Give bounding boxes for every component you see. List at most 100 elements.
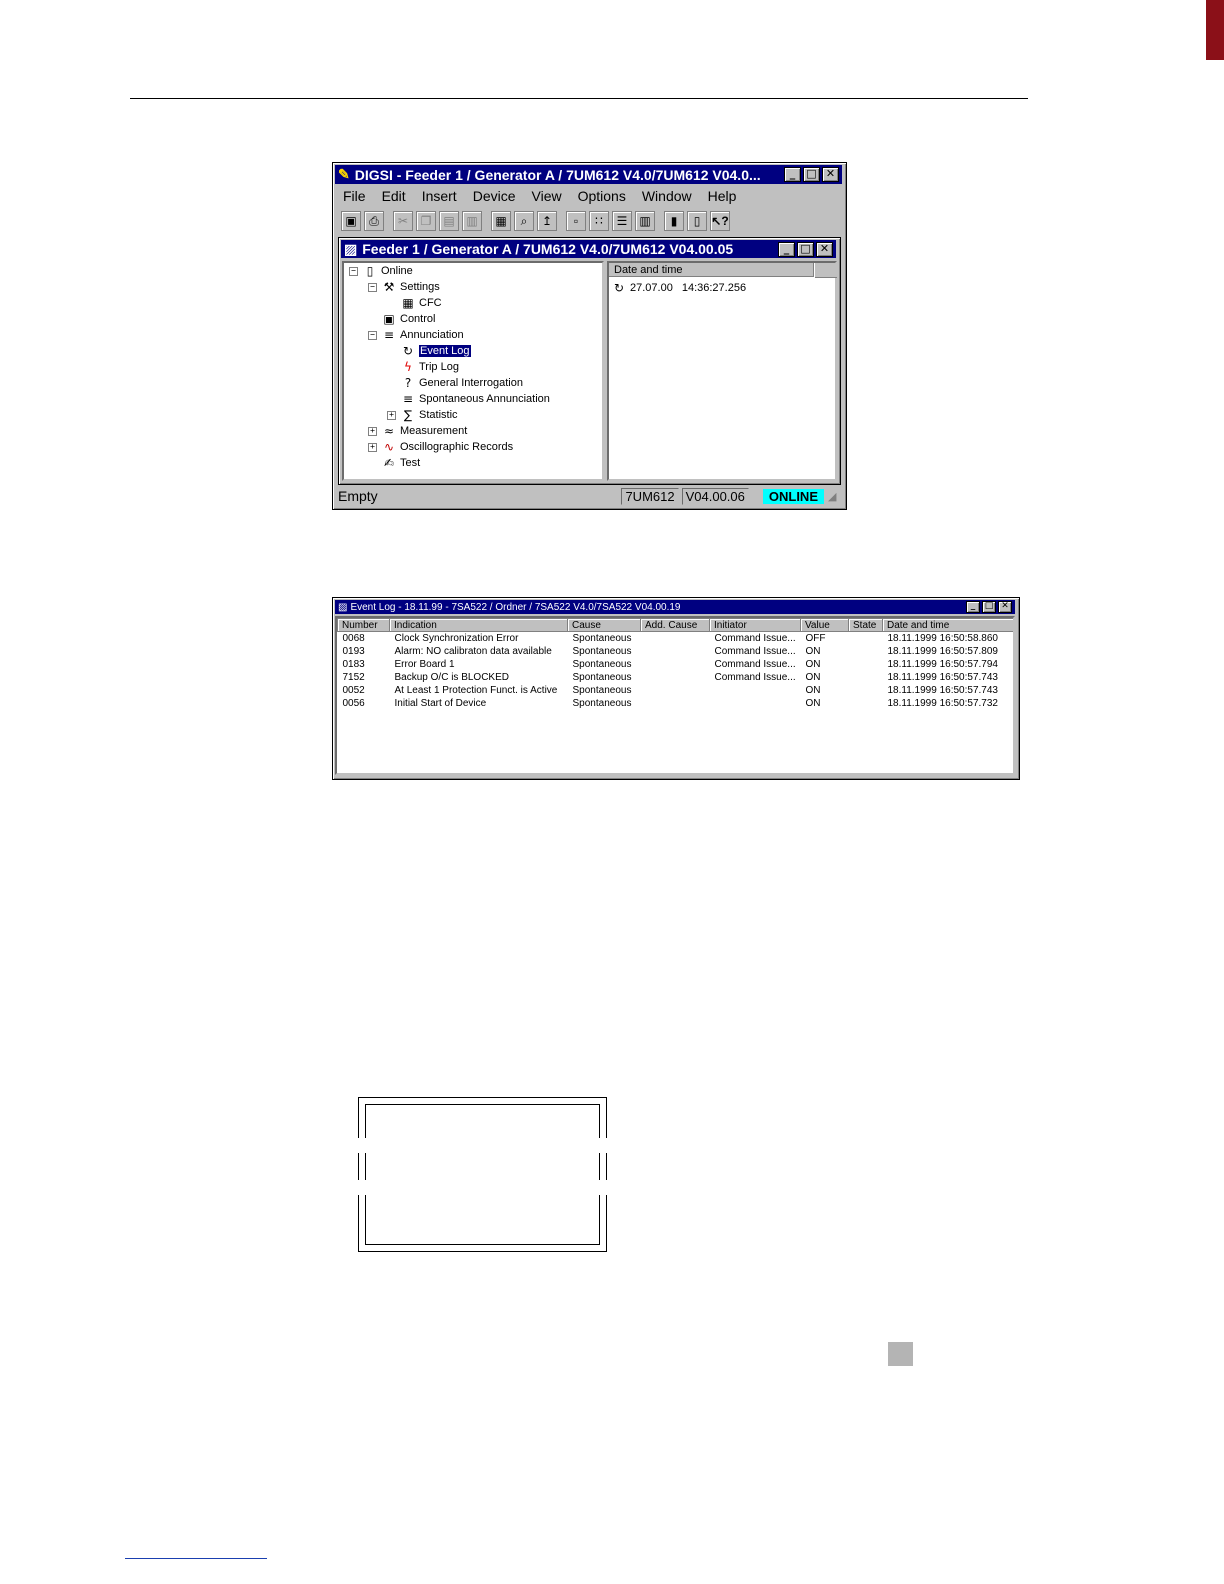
cell-number: 0068 (342, 632, 365, 644)
column-header-initiator[interactable]: Initiator (709, 618, 801, 632)
tree-item-control[interactable]: ▣ Control (382, 311, 435, 326)
tree-item-test[interactable]: ✍ Test (382, 455, 420, 470)
menu-insert[interactable]: Insert (422, 188, 457, 205)
cell-cause: Spontaneous (572, 671, 632, 683)
column-header-add-cause[interactable]: Add. Cause (640, 618, 710, 632)
tree-item-event-log[interactable]: ↻ Event Log (401, 343, 471, 358)
tree-item-trip-log[interactable]: ϟ Trip Log (401, 359, 459, 374)
close-button[interactable]: ✕ (822, 167, 839, 182)
copy-icon[interactable]: ❐ (416, 211, 436, 231)
cell-number: 0193 (342, 645, 365, 657)
cell-initiator: Command Issue... (714, 658, 796, 670)
cell-add-cause (641, 645, 710, 658)
cell-number: 0052 (342, 684, 365, 696)
tree-item-spontaneous-annunciation[interactable]: ≡ Spontaneous Annunciation (401, 391, 550, 406)
event-log-title-bar[interactable]: ▨ Event Log - 18.11.99 - 7SA522 / Ordner… (335, 600, 1015, 614)
cell-indication: Initial Start of Device (394, 697, 487, 709)
small-icons-icon[interactable]: ∷ (589, 211, 609, 231)
device-online-icon[interactable]: ▯ (687, 211, 707, 231)
list-column-header[interactable]: Date and time (609, 263, 814, 277)
cell-initiator: Command Issue... (714, 671, 796, 683)
column-header-cause[interactable]: Cause (567, 618, 641, 632)
find-icon[interactable]: ⌕ (514, 211, 534, 231)
page-edge-tab (1206, 0, 1224, 60)
resize-grip-icon[interactable]: ◢ (828, 490, 842, 503)
list-icon[interactable]: ☰ (612, 211, 632, 231)
details-icon[interactable]: ▥ (635, 211, 655, 231)
main-title-bar[interactable]: ✎ DIGSI - Feeder 1 / Generator A / 7UM61… (335, 165, 842, 184)
main-window-title: DIGSI - Feeder 1 / Generator A / 7UM612 … (354, 166, 761, 183)
column-header-indication[interactable]: Indication (389, 618, 568, 632)
child-title-bar[interactable]: ▨ Feeder 1 / Generator A / 7UM612 V4.0/7… (341, 240, 836, 258)
tree-item-general-interrogation[interactable]: ? General Interrogation (401, 375, 523, 390)
up-level-icon[interactable]: ↥ (537, 211, 557, 231)
cell-add-cause (641, 697, 710, 710)
open-device-icon[interactable]: ▦ (491, 211, 511, 231)
status-device: 7UM612 (621, 487, 679, 505)
menu-window[interactable]: Window (642, 188, 692, 205)
list-item[interactable]: ↻ 27.07.00 14:36:27.256 (612, 280, 746, 295)
table-row[interactable]: 0183 Error Board 1 Spontaneous Command Issu… (338, 658, 1014, 671)
event-log-table-area[interactable]: Number Indication Cause Add. Cause Initi… (335, 616, 1015, 775)
empty-double-frame (358, 1097, 607, 1252)
tree-item-online[interactable]: ▯ Online (363, 263, 413, 278)
event-log-minimize-button[interactable]: _ (966, 601, 980, 613)
child-maximize-button[interactable]: □ (797, 241, 814, 257)
device-catalog-icon[interactable]: ▮ (664, 211, 684, 231)
status-text: Empty (338, 488, 378, 504)
tree-item-settings[interactable]: ⚒ Settings (382, 279, 440, 294)
navigation-tree[interactable]: − ▯ Online − ⚒ Settings ▦ CFC ▣ Control − ≡ A… (342, 261, 604, 481)
cell-indication: Alarm: NO calibraton data available (394, 645, 552, 657)
tree-item-oscillographic-records[interactable]: ∿ Oscillographic Records (382, 439, 513, 454)
tree-item-annunciation[interactable]: ≡ Annunciation (382, 327, 464, 342)
measurement-icon: ≈ (383, 423, 395, 438)
cell-cause: Spontaneous (572, 684, 632, 696)
menu-options[interactable]: Options (578, 188, 626, 205)
cut-icon[interactable]: ✂ (393, 211, 413, 231)
menu-edit[interactable]: Edit (382, 188, 406, 205)
cell-date-time: 18.11.1999 16:50:57.732 (887, 697, 998, 709)
table-row[interactable]: 0052 At Least 1 Protection Funct. is Acti… (338, 684, 1014, 697)
table-row[interactable]: 0068 Clock Synchronization Error Spontaneo… (338, 632, 1014, 646)
cfc-icon: ▦ (402, 295, 414, 310)
cell-add-cause (641, 684, 710, 697)
child-minimize-button[interactable]: _ (778, 241, 795, 257)
cell-date-time: 18.11.1999 16:50:58.860 (887, 632, 998, 644)
cell-cause: Spontaneous (572, 645, 632, 657)
column-header-number[interactable]: Number (337, 618, 390, 632)
child-close-button[interactable]: ✕ (816, 241, 833, 257)
cell-value: ON (805, 658, 821, 670)
tree-item-cfc[interactable]: ▦ CFC (401, 295, 441, 310)
column-header-date-time[interactable]: Date and time (882, 618, 1013, 632)
tree-item-statistic[interactable]: ∑ Statistic (401, 407, 458, 422)
table-row[interactable]: 0193 Alarm: NO calibraton data available S… (338, 645, 1014, 658)
trip-icon: ϟ (404, 359, 412, 374)
tree-item-measurement[interactable]: ≈ Measurement (382, 423, 467, 438)
minimize-button[interactable]: _ (784, 167, 801, 182)
interrogation-icon: ? (404, 375, 412, 390)
cell-state (849, 645, 883, 658)
table-row[interactable]: 7152 Backup O/C is BLOCKED Spontaneous Comm… (338, 671, 1014, 684)
paste-icon[interactable]: ▤ (439, 211, 459, 231)
cell-cause: Spontaneous (572, 697, 632, 709)
menu-file[interactable]: File (343, 188, 366, 205)
paste-special-icon[interactable]: ▥ (462, 211, 482, 231)
cell-cause: Spontaneous (572, 632, 632, 644)
column-header-value[interactable]: Value (800, 618, 849, 632)
event-log-maximize-button[interactable]: □ (982, 601, 996, 613)
column-header-state[interactable]: State (848, 618, 883, 632)
save-icon[interactable]: ▣ (341, 211, 361, 231)
spontaneous-icon: ≡ (402, 391, 414, 406)
large-icons-icon[interactable]: ▫ (566, 211, 586, 231)
menu-view[interactable]: View (532, 188, 562, 205)
cell-date-time: 18.11.1999 16:50:57.743 (887, 684, 998, 696)
menu-device[interactable]: Device (473, 188, 516, 205)
table-row[interactable]: 0056 Initial Start of Device Spontaneous ON… (338, 697, 1014, 710)
maximize-button[interactable]: □ (803, 167, 820, 182)
oscillograph-icon: ∿ (383, 439, 395, 454)
event-log-close-button[interactable]: ✕ (998, 601, 1012, 613)
help-icon[interactable]: ↖? (710, 211, 730, 231)
menu-help[interactable]: Help (708, 188, 737, 205)
date-list-pane[interactable]: Date and time ↻ 27.07.00 14:36:27.256 (607, 261, 837, 481)
print-icon[interactable]: ⎙ (364, 211, 384, 231)
